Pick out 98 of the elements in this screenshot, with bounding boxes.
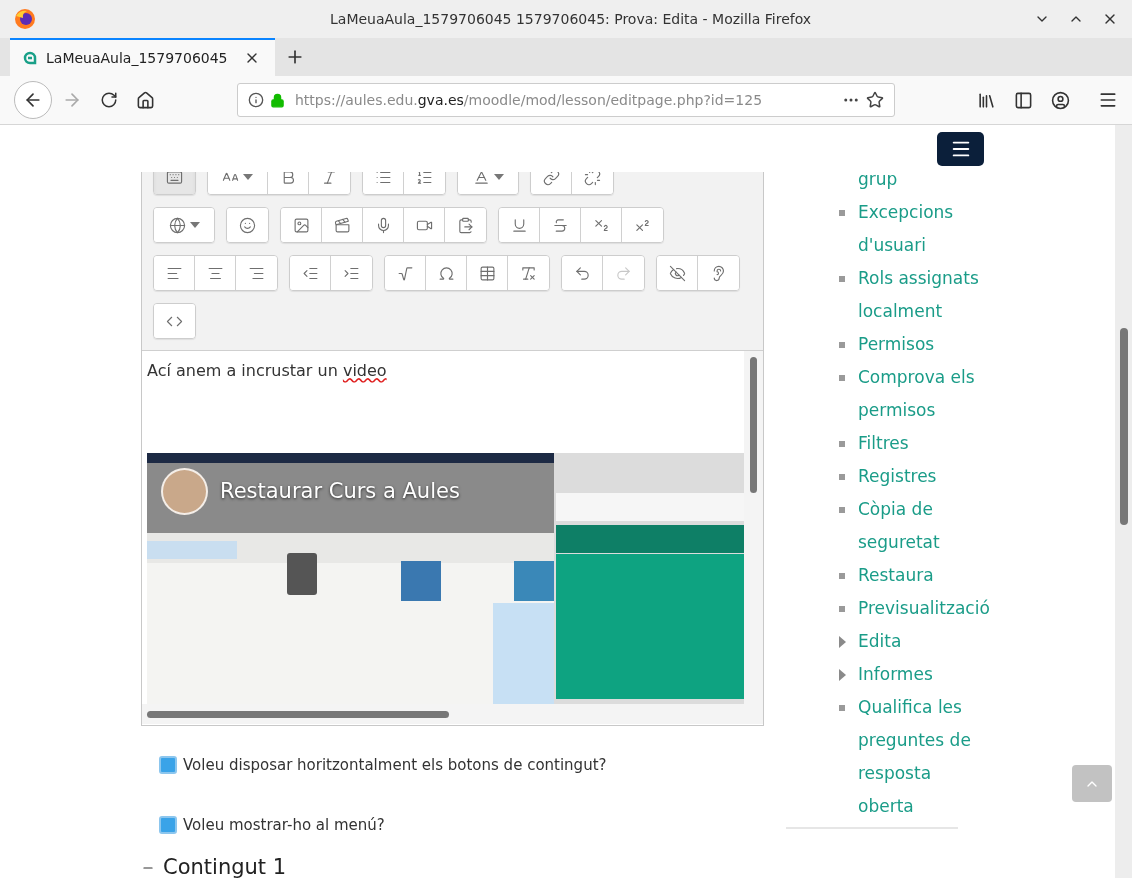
keyboard-icon bbox=[166, 172, 183, 186]
editor-content[interactable]: Ací anem a incrustar un video Restaurar Curs a Aules bbox=[142, 351, 763, 725]
bullet-icon bbox=[839, 375, 845, 381]
clear-format-icon bbox=[520, 264, 537, 282]
bullet-icon bbox=[839, 573, 845, 579]
bullet-icon bbox=[839, 705, 845, 711]
vertical-scrollbar[interactable] bbox=[744, 351, 763, 704]
home-icon[interactable] bbox=[136, 90, 155, 110]
browser-logo-icon bbox=[14, 8, 36, 30]
align-center-button[interactable] bbox=[195, 256, 236, 290]
subscript-button[interactable] bbox=[581, 208, 622, 242]
bullet-icon bbox=[839, 507, 845, 513]
horizontal-scrollbar[interactable] bbox=[142, 704, 763, 724]
expand-arrow-icon bbox=[839, 669, 846, 681]
bookmark-star-icon[interactable] bbox=[866, 91, 884, 109]
editor-text: Ací anem a incrustar un video bbox=[147, 360, 388, 382]
image-button[interactable] bbox=[281, 208, 322, 242]
table-icon bbox=[478, 264, 496, 282]
image-icon bbox=[292, 216, 310, 234]
globe-button[interactable] bbox=[154, 208, 214, 242]
sidebar-link[interactable]: Permisos bbox=[858, 328, 990, 361]
sidebar-link[interactable]: Excepcions d'usuari bbox=[858, 196, 990, 262]
clipboard-button[interactable] bbox=[445, 208, 486, 242]
video-file-button[interactable] bbox=[322, 208, 363, 242]
library-icon[interactable] bbox=[977, 90, 996, 110]
underline-icon bbox=[510, 216, 528, 234]
sidebar-link[interactable]: Registres bbox=[858, 460, 990, 493]
sidebar-link[interactable]: Còpia de seguretat bbox=[858, 493, 990, 559]
caret-icon bbox=[493, 174, 504, 180]
window-title: LaMeuaAula_1579706045 1579706045: Prova: Edita - Mozilla Firefox bbox=[330, 9, 812, 29]
sidebar-link[interactable]: Comprova els permisos bbox=[858, 361, 990, 427]
bullet-icon bbox=[839, 276, 845, 282]
align-right-button[interactable] bbox=[236, 256, 277, 290]
bullet-icon bbox=[839, 441, 845, 447]
caret-icon bbox=[189, 222, 200, 228]
sidebar-link[interactable]: Rols assignats localment bbox=[858, 262, 990, 328]
sidebar-link[interactable]: Qualifica les preguntes de resposta oberta bbox=[858, 691, 990, 823]
indent-button[interactable] bbox=[331, 256, 372, 290]
undo-button[interactable] bbox=[562, 256, 603, 290]
sidebar-link[interactable]: Restaura bbox=[858, 559, 990, 592]
link-icon bbox=[542, 172, 560, 186]
checkbox[interactable] bbox=[159, 756, 177, 775]
sidebar-link[interactable]: Edita bbox=[858, 625, 990, 658]
checkbox[interactable] bbox=[159, 815, 177, 834]
unlink-icon bbox=[584, 172, 601, 186]
info-icon[interactable] bbox=[248, 92, 264, 108]
lock-icon bbox=[270, 92, 285, 108]
text-color-icon bbox=[472, 172, 490, 186]
clear-format-button[interactable] bbox=[508, 256, 549, 290]
strikethrough-button[interactable] bbox=[540, 208, 581, 242]
omega-icon bbox=[437, 264, 455, 282]
bullet-icon bbox=[839, 342, 845, 348]
back-button[interactable] bbox=[14, 81, 52, 119]
undo-icon bbox=[573, 264, 591, 282]
bullet-list-icon bbox=[374, 172, 392, 186]
clipboard-icon bbox=[457, 216, 474, 234]
smiley-icon bbox=[239, 216, 256, 234]
url-text: https://aules.edu.gva.es/moodle/mod/lesson/editpage.php?id=125 bbox=[295, 90, 764, 110]
align-left-button[interactable] bbox=[154, 256, 195, 290]
bullet-icon bbox=[839, 606, 845, 612]
smiley-button[interactable] bbox=[227, 208, 268, 242]
page-scrollbar[interactable] bbox=[1115, 125, 1132, 878]
sidebar-link[interactable]: Previsualització bbox=[858, 592, 990, 625]
numbered-list-icon bbox=[416, 172, 433, 186]
sidebar-icon[interactable] bbox=[1014, 90, 1033, 110]
superscript-button[interactable] bbox=[622, 208, 663, 242]
sidebar-link[interactable]: grup bbox=[858, 163, 990, 196]
strikethrough-icon bbox=[551, 216, 569, 234]
bullet-icon bbox=[839, 210, 845, 216]
checkbox-label: Voleu disposar horitzontalment els botons de contingut? bbox=[183, 755, 607, 776]
underline-button[interactable] bbox=[499, 208, 540, 242]
eye-off-icon bbox=[668, 264, 686, 282]
reload-icon[interactable] bbox=[100, 91, 118, 109]
camera-button[interactable] bbox=[404, 208, 445, 242]
expand-arrow-icon bbox=[839, 636, 846, 648]
menu-icon[interactable] bbox=[1098, 90, 1118, 110]
sidebar-link[interactable]: Filtres bbox=[858, 427, 990, 460]
microphone-button[interactable] bbox=[363, 208, 404, 242]
bullet-icon bbox=[839, 474, 845, 480]
outdent-button[interactable] bbox=[290, 256, 331, 290]
ear-button[interactable] bbox=[698, 256, 739, 290]
address-bar[interactable]: https://aules.edu.gva.es/moodle/mod/lesson/editpage.php?id=125 bbox=[237, 83, 895, 117]
tab-title: LaMeuaAula_1579706045 bbox=[46, 48, 229, 68]
account-icon[interactable] bbox=[1051, 90, 1070, 110]
globe-icon bbox=[168, 216, 186, 234]
checkbox-label: Voleu mostrar-ho al menú? bbox=[183, 814, 385, 836]
omega-button[interactable] bbox=[426, 256, 467, 290]
video-title: Restaurar Curs a Aules bbox=[220, 477, 460, 505]
browser-tab[interactable]: LaMeuaAula_1579706045 bbox=[10, 38, 275, 76]
eye-off-button[interactable] bbox=[657, 256, 698, 290]
caret-icon bbox=[243, 174, 253, 180]
table-button[interactable] bbox=[467, 256, 508, 290]
section-heading[interactable]: Contingut 1 bbox=[163, 852, 287, 878]
redo-icon bbox=[615, 264, 632, 282]
sidebar-link[interactable]: Informes bbox=[858, 658, 990, 691]
menu-button[interactable] bbox=[937, 132, 984, 166]
equation-icon bbox=[396, 264, 414, 282]
site-logo-icon bbox=[22, 50, 38, 66]
